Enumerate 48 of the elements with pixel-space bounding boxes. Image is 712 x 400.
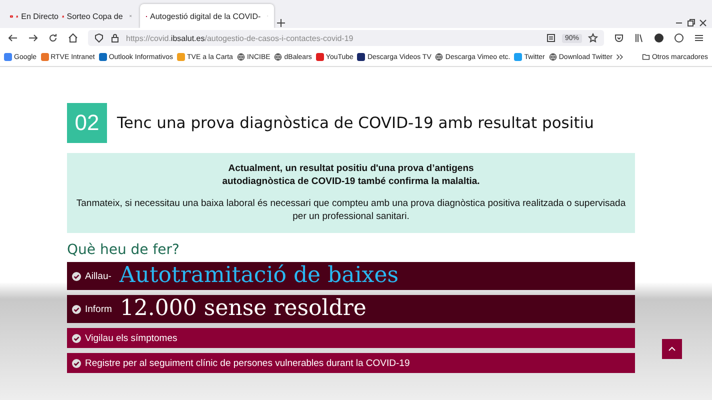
scroll-top-button[interactable] — [662, 339, 682, 359]
step-number: 02 — [67, 103, 107, 143]
caption-subtitle: 12.000 sense resoldre — [120, 296, 366, 322]
library-icon[interactable] — [634, 33, 644, 43]
action-item[interactable]: Registre per al seguiment clínic de persones vulnerables durant la COVID-19 — [67, 353, 635, 374]
chevron-up-icon — [668, 345, 676, 353]
tab-title: En Directo — [21, 12, 58, 20]
profile-icon[interactable] — [654, 33, 664, 43]
globe-icon — [548, 53, 557, 61]
caption-title: Autotramitació de baixes — [119, 263, 399, 290]
check-circle-icon — [72, 334, 81, 343]
action-text: Registre per al seguiment clínic de persones vulnerables durant la COVID-19 — [85, 358, 410, 369]
menu-icon[interactable] — [694, 33, 704, 43]
pocket-icon[interactable] — [614, 33, 624, 43]
back-icon[interactable] — [8, 33, 18, 43]
action-item[interactable]: Aillau- Autotramitació de baixes — [67, 262, 635, 290]
globe-icon — [435, 53, 444, 61]
globe-icon — [236, 53, 245, 61]
home-icon[interactable] — [68, 33, 78, 43]
check-circle-icon — [72, 358, 81, 368]
check-circle-icon — [72, 272, 81, 281]
play-icon — [10, 12, 13, 20]
star-icon[interactable] — [588, 33, 598, 43]
lock-icon — [110, 33, 120, 43]
folder-icon — [642, 53, 650, 61]
forward-icon[interactable] — [28, 33, 38, 43]
info-text: Tanmateix, si necessitau una baixa laboral és necessari que compteu amb una prova diagnòstica positiva realitzada o supervisada per un professional sanitari. — [75, 196, 627, 224]
section-heading: Què heu de fer? — [67, 242, 180, 258]
reader-icon — [546, 33, 556, 43]
plus-icon[interactable] — [276, 18, 286, 28]
check-circle-icon — [72, 304, 81, 314]
action-item[interactable]: Inform 12.000 sense resoldre — [67, 295, 635, 324]
action-text: Vigilau els símptomes — [85, 332, 178, 344]
action-text: Inform — [85, 304, 112, 315]
step-heading: Tenc una prova diagnòstica de COVID-19 amb resultat positiu — [117, 114, 594, 132]
reload-icon[interactable] — [48, 33, 58, 43]
browser-tab[interactable]: Autogestió digital de la COVID- — [140, 4, 274, 28]
extension-icon[interactable] — [674, 33, 684, 43]
globe-icon — [274, 53, 282, 61]
action-item[interactable]: Vigilau els símptomes — [67, 328, 635, 348]
url-text: https://covid.ibsalut.es/autogestio-de-casos-i-contactes-covid-19 — [126, 34, 354, 42]
tab-title: Autogestió digital de la COVID- — [150, 12, 261, 20]
notice-text: Actualment, un resultat positiu d'una prova d’antigens autodiagnòstica de COVID-19 també confirma la malaltia. — [222, 163, 480, 189]
action-text: Aillau- — [85, 270, 112, 282]
restore-icon[interactable] — [686, 18, 696, 28]
chevrons-icon — [616, 53, 624, 61]
tab-title: Sorteo Copa de — [66, 12, 123, 20]
browser-tab[interactable]: En Directo Sorteo Copa de — [4, 4, 138, 28]
